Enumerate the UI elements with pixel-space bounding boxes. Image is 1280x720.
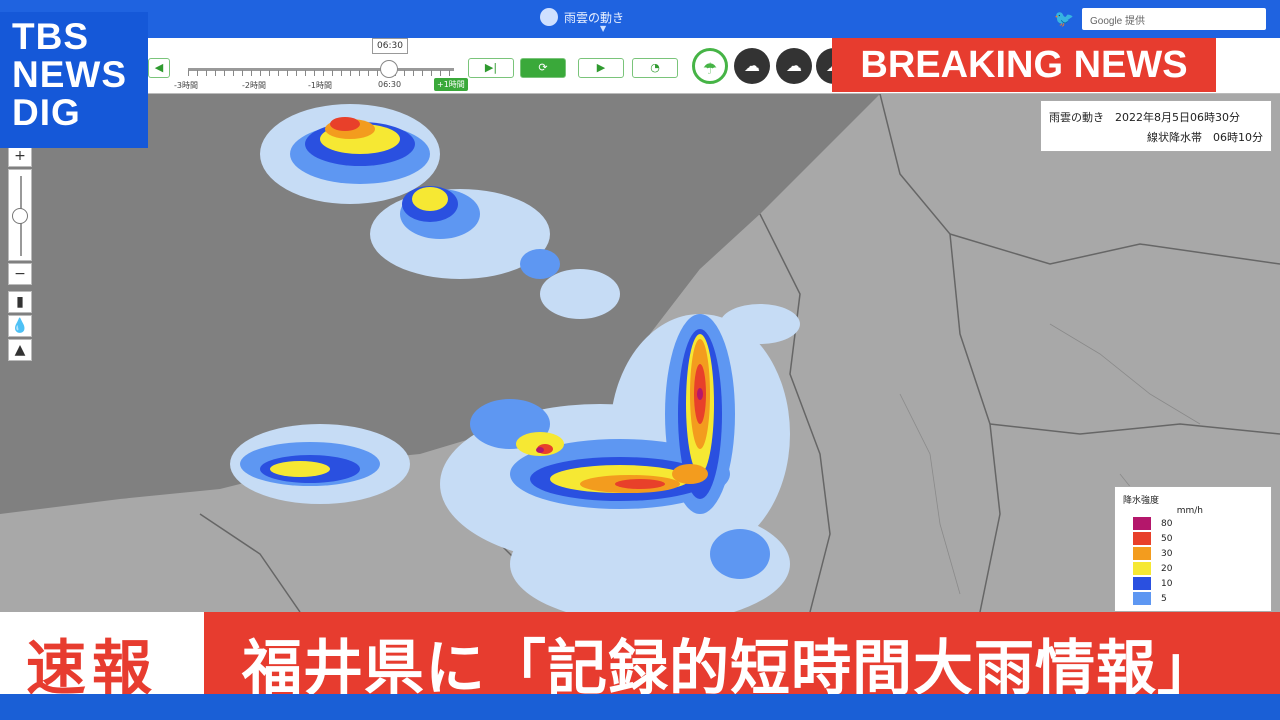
- map-info-box: 雨雲の動き 2022年8月5日06時30分 線状降水帯 06時10分: [1040, 100, 1272, 152]
- legend-unit: mm/h: [1176, 506, 1203, 516]
- zoom-in-button[interactable]: +: [8, 145, 32, 167]
- speed-button[interactable]: ◔: [632, 58, 678, 78]
- zoom-slider-handle[interactable]: [12, 208, 28, 224]
- legend-swatch: [1133, 592, 1151, 605]
- logo-line-1: TBS: [12, 16, 89, 57]
- globe-icon: [540, 8, 558, 26]
- breaking-news-banner: BREAKING NEWS: [832, 38, 1216, 92]
- legend-swatch: [1133, 532, 1151, 545]
- map-title[interactable]: 雨雲の動き: [540, 8, 624, 26]
- timeline-ticks: [188, 70, 454, 76]
- logo-line-2: NEWS: [12, 54, 127, 95]
- top-bar: 雨雲の動き ▼ 🐦 Google 提供: [0, 0, 1280, 38]
- map-graphic: [0, 94, 1280, 612]
- twitter-icon[interactable]: 🐦: [1054, 10, 1074, 28]
- current-time-label: 06:30: [372, 38, 408, 54]
- tick-label: -1時間: [308, 81, 332, 90]
- skip-to-end-button[interactable]: ▶|: [468, 58, 514, 78]
- rain-drop-icon[interactable]: 💧: [8, 315, 32, 337]
- zoom-out-button[interactable]: −: [8, 263, 32, 285]
- legend-item: 80: [1123, 516, 1263, 531]
- map-title-text: 雨雲の動き: [564, 10, 625, 25]
- prev-button[interactable]: ◀: [148, 58, 170, 78]
- rain-radar-map[interactable]: [0, 94, 1280, 612]
- legend-swatch: [1133, 562, 1151, 575]
- map-layer-icon[interactable]: ▮: [8, 291, 32, 313]
- legend-item: 30: [1123, 546, 1263, 561]
- play-button[interactable]: ▶: [578, 58, 624, 78]
- legend-swatch: [1133, 577, 1151, 590]
- rain-cloud-icon[interactable]: ☂: [692, 48, 728, 84]
- precipitation-legend: 降水強度 mm/h 80 50 30 20 10 5: [1114, 486, 1272, 612]
- timeline-handle[interactable]: [380, 60, 398, 78]
- chevron-down-icon[interactable]: ▼: [600, 24, 606, 33]
- search-input[interactable]: Google 提供: [1082, 8, 1266, 30]
- tick-label: -3時間: [174, 81, 198, 90]
- tick-label: 06:30: [378, 80, 402, 89]
- tbs-news-dig-logo: TBS NEWS DIG: [0, 12, 148, 148]
- refresh-button[interactable]: ⟳: [520, 58, 566, 78]
- info-timestamp: 雨雲の動き 2022年8月5日06時30分: [1049, 111, 1240, 124]
- bottom-bar: [0, 694, 1280, 720]
- legend-item: 10: [1123, 576, 1263, 591]
- lightning-cloud-icon[interactable]: ☁: [734, 48, 770, 84]
- legend-swatch: [1133, 517, 1151, 530]
- legend-title: 降水強度: [1123, 496, 1160, 506]
- zoom-slider[interactable]: [8, 169, 32, 261]
- logo-line-3: DIG: [12, 92, 81, 133]
- info-linear-band: 線状降水帯 06時10分: [1147, 131, 1263, 144]
- legend-swatch: [1133, 547, 1151, 560]
- zoom-toolbar: + − ▮ 💧 ▲: [8, 145, 32, 363]
- mountain-icon[interactable]: ▲: [8, 339, 32, 361]
- legend-item: 50: [1123, 531, 1263, 546]
- legend-item: 20: [1123, 561, 1263, 576]
- plus-1-hour-button[interactable]: +1時間: [434, 78, 468, 91]
- headline-box: 福井県に「記録的短時間大雨情報」: [204, 612, 1280, 704]
- breaking-label-box: 速報: [0, 612, 204, 704]
- legend-item: 5: [1123, 591, 1263, 606]
- snow-cloud-icon[interactable]: ☁: [776, 48, 812, 84]
- tick-label: -2時間: [242, 81, 266, 90]
